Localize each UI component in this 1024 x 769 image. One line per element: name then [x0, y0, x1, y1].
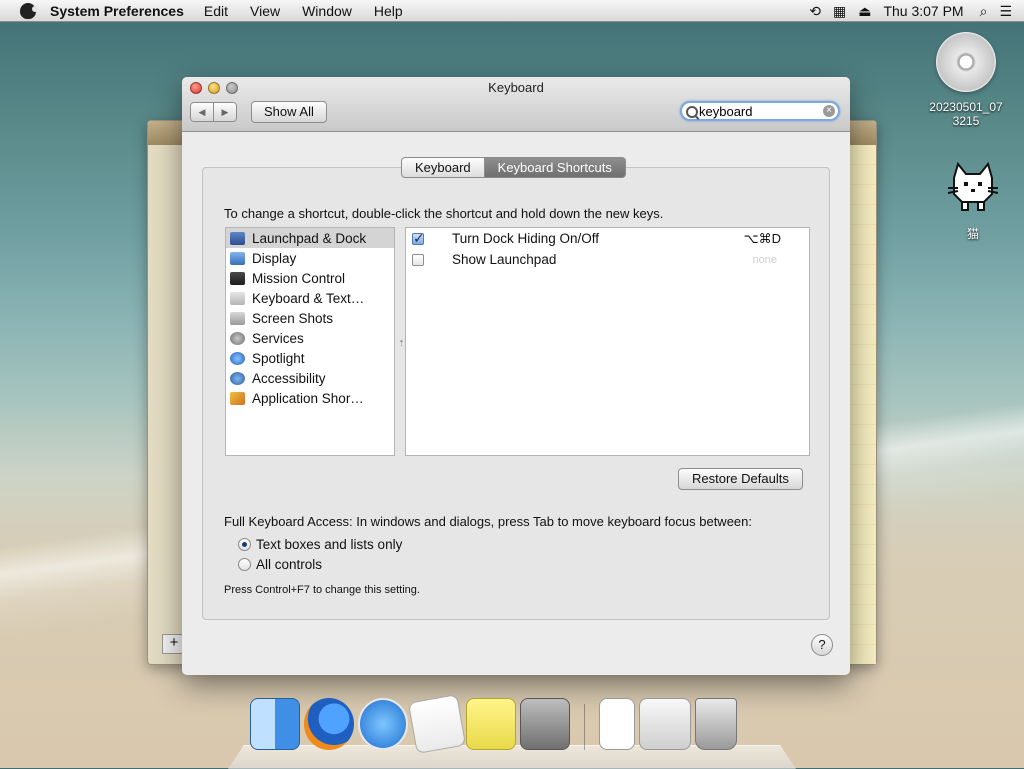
dvd-label-line1: 20230501_07 [929, 100, 1003, 114]
app-store-icon[interactable] [358, 698, 408, 750]
radio-label[interactable]: All controls [256, 557, 322, 572]
category-label: Screen Shots [252, 310, 334, 326]
dock-hiding-checkbox[interactable] [412, 230, 425, 247]
forward-arrow-icon[interactable]: ▶ [213, 103, 236, 121]
shortcut-row-dock-hiding[interactable]: Turn Dock Hiding On/Off ⌥⌘D [406, 228, 809, 249]
cat-icon[interactable] [944, 160, 1002, 212]
tab-keyboard-shortcuts[interactable]: Keyboard Shortcuts [484, 157, 626, 178]
finder-icon[interactable] [250, 698, 300, 750]
shortcut-list[interactable]: Turn Dock Hiding On/Off ⌥⌘D Show Launchp… [405, 227, 810, 456]
back-arrow-icon[interactable]: ◀ [191, 103, 213, 121]
preview-document-icon[interactable] [599, 698, 635, 750]
mission-control-icon [230, 271, 245, 285]
shortcut-category-list[interactable]: Launchpad & Dock Display Mission Control… [225, 227, 395, 456]
category-label: Accessibility [252, 370, 326, 386]
launchpad-dock-icon [230, 231, 245, 245]
display-icon [230, 251, 245, 265]
tab-bar: Keyboard Keyboard Shortcuts [401, 157, 626, 178]
screenshot-icon [230, 311, 245, 325]
category-label: Spotlight [252, 350, 305, 366]
dvd-label-line2: 3215 [952, 114, 980, 128]
category-label: Mission Control [252, 270, 346, 286]
category-label: Launchpad & Dock [252, 230, 367, 246]
keyboard-icon [230, 291, 245, 305]
hint-text: Press Control+F7 to change this setting. [224, 584, 420, 596]
calendar-icon[interactable]: ▦ [833, 3, 846, 20]
radio-button[interactable] [238, 538, 251, 551]
window-title: Keyboard [488, 80, 544, 95]
category-display[interactable]: Display [226, 248, 394, 268]
dvd-disc-icon[interactable] [936, 32, 996, 92]
eject-icon[interactable]: ⏏ [858, 3, 871, 20]
shortcut-row-show-launchpad[interactable]: Show Launchpad none [406, 249, 809, 270]
radio-text-boxes[interactable]: Text boxes and lists only [238, 537, 402, 552]
category-label: Keyboard & Text… [252, 290, 365, 306]
notification-list-icon[interactable]: ☰ [999, 3, 1012, 20]
shortcut-label: Show Launchpad [452, 252, 557, 267]
menu-edit[interactable]: Edit [204, 3, 228, 19]
menu-window[interactable]: Window [302, 3, 352, 19]
application-shortcuts-icon [230, 391, 245, 405]
shortcut-key[interactable]: none [753, 254, 777, 266]
firefox-icon[interactable] [304, 698, 354, 750]
back-forward-buttons: ◀ ▶ [190, 102, 237, 122]
split-view-handle[interactable]: ⇡ [398, 339, 405, 348]
gear-icon [230, 331, 245, 345]
restore-defaults-button[interactable]: Restore Defaults [678, 468, 803, 490]
spotlight-icon[interactable]: ⌕ [980, 3, 988, 20]
dock-separator [584, 704, 585, 750]
category-spotlight[interactable]: Spotlight [226, 348, 394, 368]
cat-label[interactable]: 猫 [944, 225, 1002, 242]
category-launchpad-dock[interactable]: Launchpad & Dock [226, 228, 394, 248]
notes-paper [846, 145, 876, 664]
category-accessibility[interactable]: Accessibility [226, 368, 394, 388]
menu-clock[interactable]: Thu 3:07 PM [883, 3, 963, 19]
menu-extras: ⟲ ▦ ⏏ Thu 3:07 PM ⌕ ☰ [809, 0, 1024, 22]
full-keyboard-access-label: Full Keyboard Access: In windows and dia… [224, 514, 752, 529]
category-mission-control[interactable]: Mission Control [226, 268, 394, 288]
instructions-text: To change a shortcut, double-click the s… [224, 206, 664, 221]
category-application-shortcuts[interactable]: Application Shor… [226, 388, 394, 408]
trash-icon[interactable] [695, 698, 737, 750]
search-icon [686, 106, 698, 118]
keyboard-preferences-window: Keyboard ◀ ▶ Show All × Keyboard Keyboar… [182, 77, 850, 675]
show-all-button[interactable]: Show All [251, 101, 327, 123]
category-label: Display [252, 250, 297, 266]
category-label: Services [252, 330, 304, 346]
help-button[interactable]: ? [811, 634, 833, 656]
radio-label[interactable]: Text boxes and lists only [256, 537, 402, 552]
category-keyboard-text[interactable]: Keyboard & Text… [226, 288, 394, 308]
dock [250, 694, 737, 754]
menu-help[interactable]: Help [374, 3, 403, 19]
time-machine-icon[interactable]: ⟲ [809, 3, 821, 20]
apple-menu-icon[interactable] [20, 2, 38, 19]
menu-app-name[interactable]: System Preferences [50, 3, 184, 19]
radio-all-controls[interactable]: All controls [238, 557, 322, 572]
search-input[interactable] [699, 104, 814, 119]
tab-keyboard[interactable]: Keyboard [401, 157, 485, 178]
spotlight-icon [230, 351, 245, 365]
safari-window-icon[interactable] [639, 698, 691, 750]
menu-view[interactable]: View [250, 3, 280, 19]
category-services[interactable]: Services [226, 328, 394, 348]
menu-bar: System Preferences Edit View Window Help… [0, 0, 1024, 22]
clear-search-icon[interactable]: × [823, 105, 835, 117]
stickies-icon[interactable] [466, 698, 516, 750]
window-toolbar[interactable]: Keyboard ◀ ▶ Show All × [182, 77, 850, 132]
textedit-icon[interactable] [407, 694, 467, 754]
shortcut-label: Turn Dock Hiding On/Off [452, 231, 600, 246]
dvd-label[interactable]: 20230501_07 3215 [918, 100, 1014, 128]
system-preferences-icon[interactable] [520, 698, 570, 750]
show-launchpad-checkbox[interactable] [412, 253, 424, 266]
radio-button[interactable] [238, 558, 251, 571]
accessibility-icon [230, 371, 245, 385]
category-label: Application Shor… [252, 390, 364, 406]
category-screen-shots[interactable]: Screen Shots [226, 308, 394, 328]
search-field[interactable]: × [680, 101, 840, 121]
shortcut-key[interactable]: ⌥⌘D [744, 231, 781, 247]
